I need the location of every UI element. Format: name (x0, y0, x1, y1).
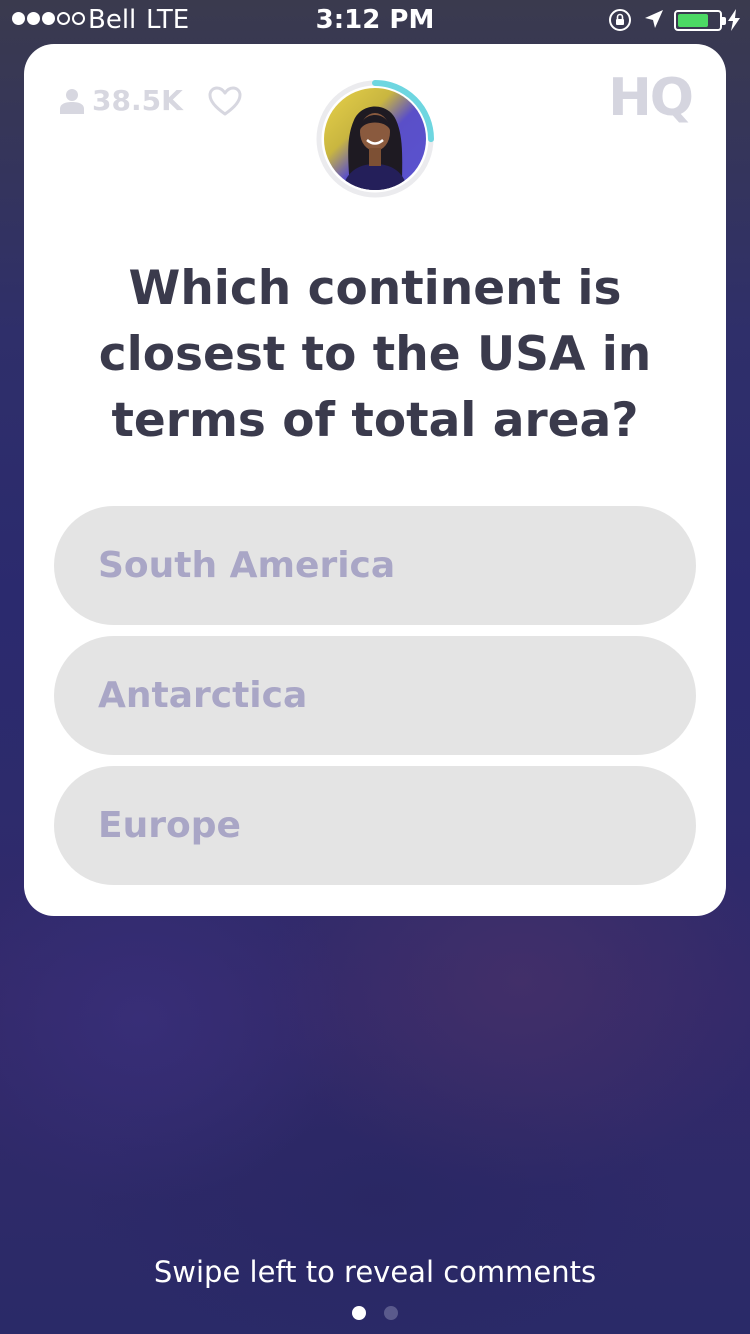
answer-option-1[interactable]: South America (54, 506, 696, 625)
battery-icon (674, 10, 726, 31)
question-text: Which continent is closest to the USA in… (98, 261, 652, 448)
user-icon (60, 88, 84, 114)
rotation-lock-icon (609, 9, 631, 31)
viewer-count-label: 38.5K (92, 84, 183, 117)
page-dot-2 (384, 1306, 398, 1320)
viewer-count: 38.5K (60, 84, 183, 117)
answer-option-2[interactable]: Antarctica (54, 636, 696, 755)
swipe-hint: Swipe left to reveal comments (153, 1255, 597, 1289)
host-portrait-icon (342, 106, 408, 190)
status-bar: Bell LTE 3:12 PM (0, 0, 750, 40)
page-indicator[interactable] (352, 1306, 398, 1320)
hq-logo: HQ (608, 68, 694, 128)
location-arrow-icon (645, 10, 663, 28)
answer-option-3[interactable]: Europe (54, 766, 696, 885)
battery-level (678, 14, 708, 27)
clock: 3:12 PM (315, 5, 435, 35)
page-dot-1 (352, 1306, 366, 1320)
host-avatar (324, 88, 426, 190)
question-card: 38.5K HQ Which continent is closest to t… (24, 44, 726, 916)
heart-icon[interactable] (208, 86, 242, 116)
answer-list: South America Antarctica Europe (54, 506, 696, 896)
charging-bolt-icon (728, 9, 740, 31)
